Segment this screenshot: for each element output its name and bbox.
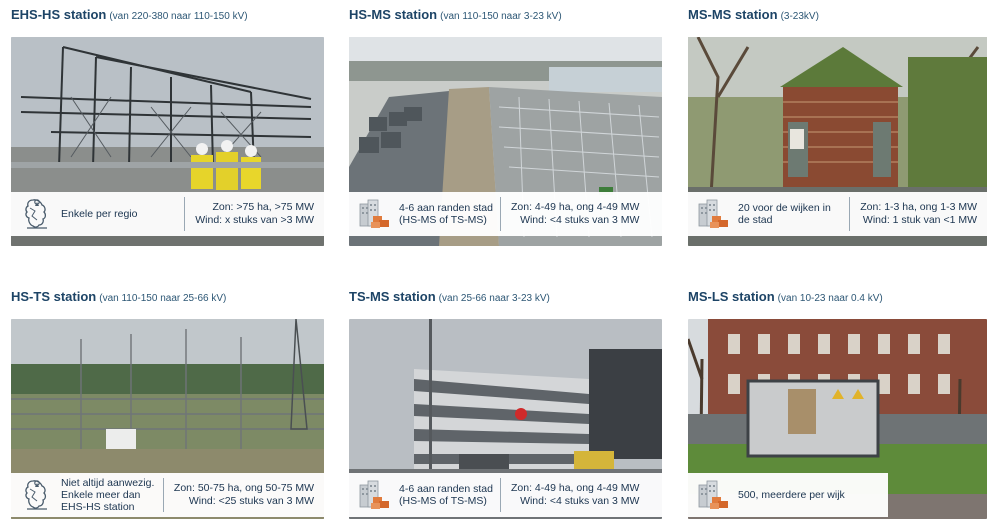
station-name: EHS-HS station [11, 7, 107, 22]
station-voltage-range: (3-23kV) [780, 11, 819, 22]
station-count: Enkele per regio [61, 208, 138, 220]
station-voltage-range: (van 220-380 naar 110-150 kV) [109, 11, 248, 22]
station-photo: 4-6 aan randen stad (HS-MS of TS-MS) Zon… [349, 319, 662, 519]
station-info-panel: 4-6 aan randen stad (HS-MS of TS-MS) Zon… [349, 473, 662, 517]
station-specs: Zon: >75 ha, >75 MW Wind: x stuks van >3… [185, 201, 324, 227]
station-photo: 20 voor de wijken in de stad Zon: 1-3 ha… [688, 37, 987, 246]
station-title: HS-TS station (van 110-150 naar 25-66 kV) [11, 286, 324, 308]
station-count: Niet altijd aanwezig. Enkele meer dan EH… [61, 477, 155, 513]
station-info-panel: Niet altijd aanwezig. Enkele meer dan EH… [11, 473, 324, 517]
city-icon [698, 199, 729, 229]
map-icon [25, 199, 48, 229]
station-voltage-range: (van 25-66 naar 3-23 kV) [438, 293, 550, 304]
station-photo: 500, meerdere per wijk [688, 319, 987, 519]
station-name: HS-MS station [349, 7, 438, 22]
station-name: TS-MS station [349, 289, 436, 304]
station-card-hs-ts: HS-TS station (van 110-150 naar 25-66 kV)… [11, 286, 324, 519]
station-count: 4-6 aan randen stad (HS-MS of TS-MS) [399, 483, 493, 507]
station-voltage-range: (van 110-150 naar 3-23 kV) [440, 11, 562, 22]
station-title: MS-MS station (3-23kV) [688, 4, 987, 26]
station-card-ts-ms: TS-MS station (van 25-66 naar 3-23 kV) 4-… [349, 286, 662, 519]
wind-spec: Wind: 1 stuk van <1 MW [862, 214, 977, 226]
solar-spec: Zon: 4-49 ha, ong 4-49 MW [511, 201, 640, 213]
station-specs: Zon: 50-75 ha, ong 50-75 MW Wind: <25 st… [164, 482, 324, 508]
station-title: EHS-HS station (van 220-380 naar 110-150 … [11, 4, 324, 26]
station-specs: Zon: 1-3 ha, ong 1-3 MW Wind: 1 stuk van… [850, 201, 987, 227]
station-card-hs-ms: HS-MS station (van 110-150 naar 3-23 kV) … [349, 4, 662, 246]
station-name: HS-TS station [11, 289, 97, 304]
station-photo: Niet altijd aanwezig. Enkele meer dan EH… [11, 319, 324, 519]
station-name: MS-LS station [688, 289, 775, 304]
station-specs: Zon: 4-49 ha, ong 4-49 MW Wind: <4 stuks… [501, 201, 649, 227]
wind-spec: Wind: <4 stuks van 3 MW [520, 495, 640, 507]
station-card-ms-ms: MS-MS station (3-23kV) 20 voor de wijken … [688, 4, 987, 246]
city-icon [359, 199, 390, 229]
station-voltage-range: (van 10-23 naar 0.4 kV) [777, 293, 883, 304]
station-title: MS-LS station (van 10-23 naar 0.4 kV) [688, 286, 987, 308]
map-icon [25, 480, 48, 510]
wind-spec: Wind: <4 stuks van 3 MW [520, 214, 640, 226]
city-icon [359, 480, 390, 510]
station-specs: Zon: 4-49 ha, ong 4-49 MW Wind: <4 stuks… [501, 482, 649, 508]
station-info-panel: Enkele per regio Zon: >75 ha, >75 MW Win… [11, 192, 324, 236]
station-info-panel: 20 voor de wijken in de stad Zon: 1-3 ha… [688, 192, 987, 236]
station-info-panel: 4-6 aan randen stad (HS-MS of TS-MS) Zon… [349, 192, 662, 236]
solar-spec: Zon: 1-3 ha, ong 1-3 MW [860, 201, 977, 213]
solar-spec: Zon: 4-49 ha, ong 4-49 MW [511, 482, 640, 494]
station-name: MS-MS station [688, 7, 778, 22]
station-count: 500, meerdere per wijk [738, 489, 845, 501]
station-info-panel: 500, meerdere per wijk [688, 473, 888, 517]
station-title: HS-MS station (van 110-150 naar 3-23 kV) [349, 4, 662, 26]
station-count: 20 voor de wijken in de stad [738, 202, 831, 226]
station-photo: Enkele per regio Zon: >75 ha, >75 MW Win… [11, 37, 324, 246]
city-icon [698, 480, 729, 510]
station-card-ms-ls: MS-LS station (van 10-23 naar 0.4 kV) 50… [688, 286, 987, 519]
solar-spec: Zon: >75 ha, >75 MW [212, 201, 314, 213]
wind-spec: Wind: x stuks van >3 MW [195, 214, 314, 226]
wind-spec: Wind: <25 stuks van 3 MW [188, 495, 314, 507]
solar-spec: Zon: 50-75 ha, ong 50-75 MW [173, 482, 314, 494]
station-photo: 4-6 aan randen stad (HS-MS of TS-MS) Zon… [349, 37, 662, 246]
station-count: 4-6 aan randen stad (HS-MS of TS-MS) [399, 202, 493, 226]
station-card-ehs-hs: EHS-HS station (van 220-380 naar 110-150 … [11, 4, 324, 246]
station-title: TS-MS station (van 25-66 naar 3-23 kV) [349, 286, 662, 308]
station-voltage-range: (van 110-150 naar 25-66 kV) [99, 293, 227, 304]
